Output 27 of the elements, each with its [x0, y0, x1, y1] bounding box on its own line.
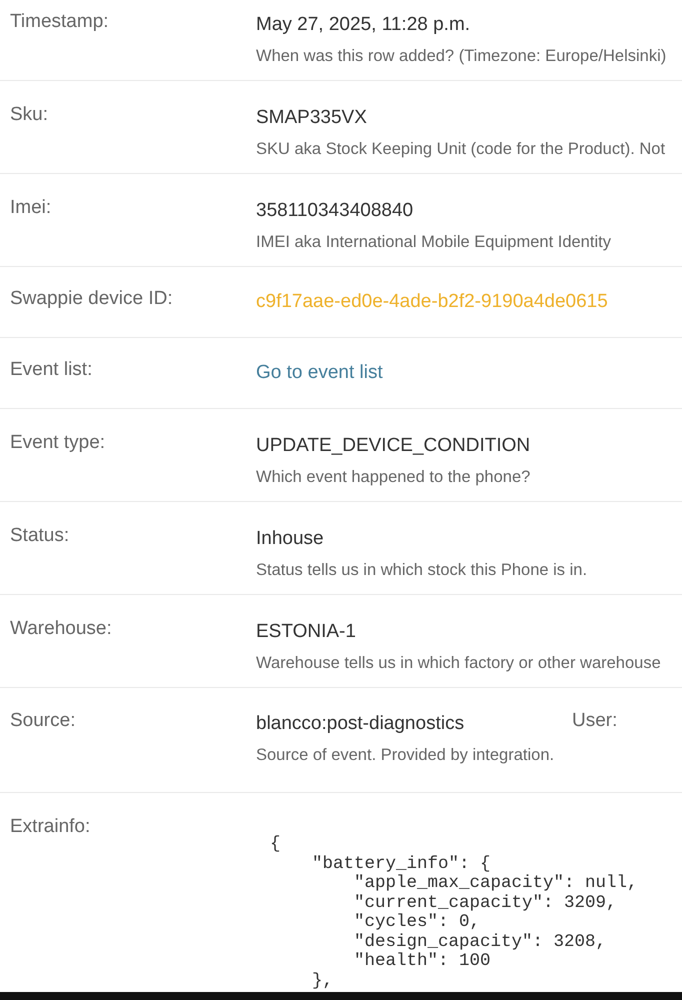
- field-value: blancco:post-diagnostics: [256, 712, 464, 736]
- field-label: Timestamp:: [10, 10, 109, 34]
- help-text: Warehouse tells us in which factory or other warehouse: [256, 653, 661, 674]
- field-value: Inhouse: [256, 527, 324, 551]
- field-label: Sku:: [10, 103, 48, 127]
- field-label: Warehouse:: [10, 617, 112, 641]
- help-text: SKU aka Stock Keeping Unit (code for the Product). Not: [256, 139, 666, 160]
- help-text: When was this row added? (Timezone: Europe/Helsinki): [256, 46, 666, 67]
- json-text: { "battery_info": { "apple_max_capacity": null, "current_capacity": 3209, "cycles": 0, "design_capacity": 3208, "health": 100 },: [270, 835, 638, 991]
- help-text: Status tells us in which stock this Phone is in.: [256, 560, 588, 581]
- field-label: Source:: [10, 709, 76, 733]
- help-text: Which event happened to the phone?: [256, 467, 530, 488]
- field-label: Event type:: [10, 431, 106, 455]
- help-text: IMEI aka International Mobile Equipment Identity: [256, 232, 611, 253]
- user-label: User:: [572, 709, 618, 733]
- field-label: Status:: [10, 524, 70, 548]
- field-value: UPDATE_DEVICE_CONDITION: [256, 434, 530, 458]
- field-value: ESTONIA-1: [256, 620, 356, 644]
- field-label: Event list:: [10, 358, 92, 382]
- field-value: 358110343408840: [256, 199, 414, 223]
- help-text: Source of event. Provided by integration.: [256, 745, 554, 766]
- field-value: May 27, 2025, 11:28 p.m.: [256, 13, 470, 37]
- field-value: SMAP335VX: [256, 106, 367, 130]
- field-label: Imei:: [10, 196, 52, 220]
- field-label: Swappie device ID:: [10, 287, 173, 311]
- event-list-link[interactable]: Go to event list: [256, 361, 383, 385]
- field-label: Extrainfo:: [10, 815, 90, 839]
